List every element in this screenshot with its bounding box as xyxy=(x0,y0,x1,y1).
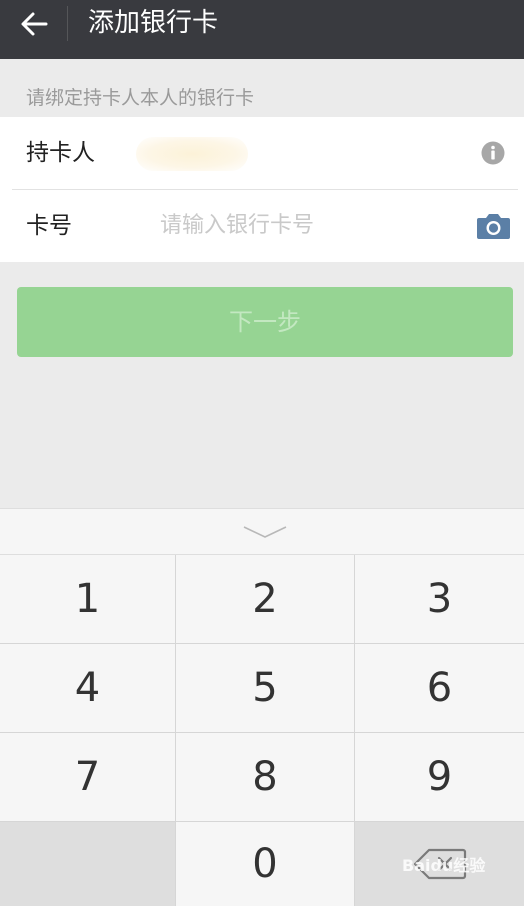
holder-name-redacted xyxy=(136,137,248,171)
bind-hint: 请绑定持卡人本人的银行卡 xyxy=(26,87,255,109)
back-button[interactable] xyxy=(14,6,54,42)
key-8[interactable]: 8 xyxy=(176,733,354,821)
key-2[interactable]: 2 xyxy=(176,555,354,643)
key-4[interactable]: 4 xyxy=(0,644,175,732)
keyboard-collapse-bar[interactable] xyxy=(0,508,524,555)
chevron-down-icon xyxy=(243,526,287,538)
key-0[interactable]: 0 xyxy=(176,822,354,906)
top-bar: 添加银行卡 xyxy=(0,0,524,59)
key-9[interactable]: 9 xyxy=(355,733,524,821)
back-arrow-icon xyxy=(21,12,48,36)
next-step-button[interactable]: 下一步 xyxy=(17,287,513,357)
card-form: 持卡人 卡号 xyxy=(0,117,524,262)
key-blank xyxy=(0,822,175,906)
key-3[interactable]: 3 xyxy=(355,555,524,643)
cardno-label: 卡号 xyxy=(26,213,72,239)
page-title: 添加银行卡 xyxy=(88,8,219,38)
key-1[interactable]: 1 xyxy=(0,555,175,643)
key-5[interactable]: 5 xyxy=(176,644,354,732)
info-icon xyxy=(481,141,505,165)
holder-info-button[interactable] xyxy=(481,141,505,165)
cardno-row: 卡号 xyxy=(0,190,524,262)
camera-icon xyxy=(477,214,510,239)
key-6[interactable]: 6 xyxy=(355,644,524,732)
watermark: Baidu经验 xyxy=(402,856,486,875)
cardno-input[interactable] xyxy=(160,190,440,262)
holder-row: 持卡人 xyxy=(0,117,524,189)
key-7[interactable]: 7 xyxy=(0,733,175,821)
scan-card-button[interactable] xyxy=(476,212,511,240)
holder-label: 持卡人 xyxy=(26,140,95,166)
header-divider xyxy=(67,6,68,41)
